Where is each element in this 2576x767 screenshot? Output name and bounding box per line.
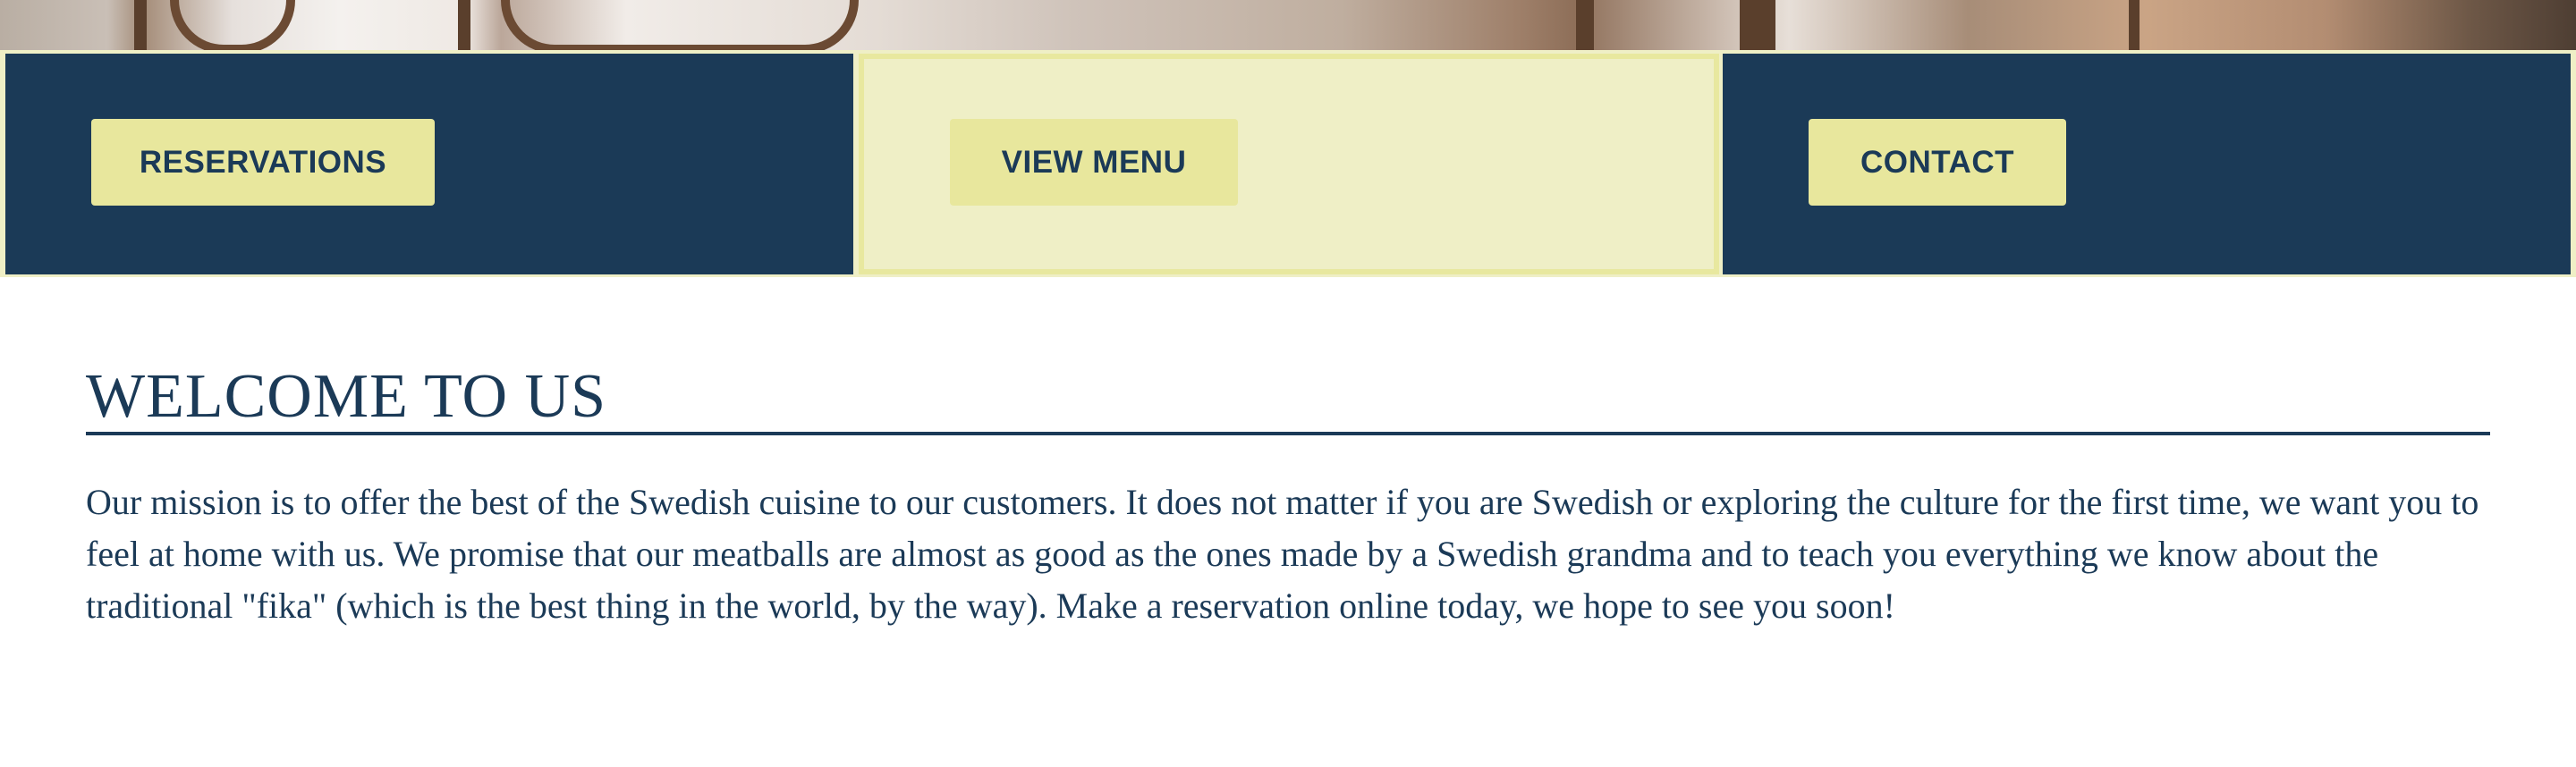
welcome-heading: WELCOME TO US xyxy=(86,362,607,431)
hero-chair-leg xyxy=(1576,0,1594,50)
nav-panel-contact: CONTACT xyxy=(1723,54,2571,274)
hero-chair-leg xyxy=(134,0,147,50)
hero-chair-leg xyxy=(458,0,470,50)
hero-chair-leg xyxy=(2129,0,2140,50)
hero-image xyxy=(0,0,2576,50)
hero-chair-leg xyxy=(1740,0,1775,50)
contact-button[interactable]: CONTACT xyxy=(1809,119,2066,206)
view-menu-button[interactable]: VIEW MENU xyxy=(950,119,1238,206)
welcome-paragraph: Our mission is to offer the best of the … xyxy=(86,482,2479,626)
nav-panel-reservations: RESERVATIONS xyxy=(5,54,853,274)
hero-chair-back xyxy=(501,0,859,50)
nav-panel-view-menu: VIEW MENU xyxy=(859,54,1719,274)
hero-chair-back xyxy=(170,0,295,50)
main-navigation: RESERVATIONS VIEW MENU CONTACT xyxy=(0,50,2576,277)
reservations-button[interactable]: RESERVATIONS xyxy=(91,119,435,206)
heading-divider xyxy=(86,432,2490,435)
